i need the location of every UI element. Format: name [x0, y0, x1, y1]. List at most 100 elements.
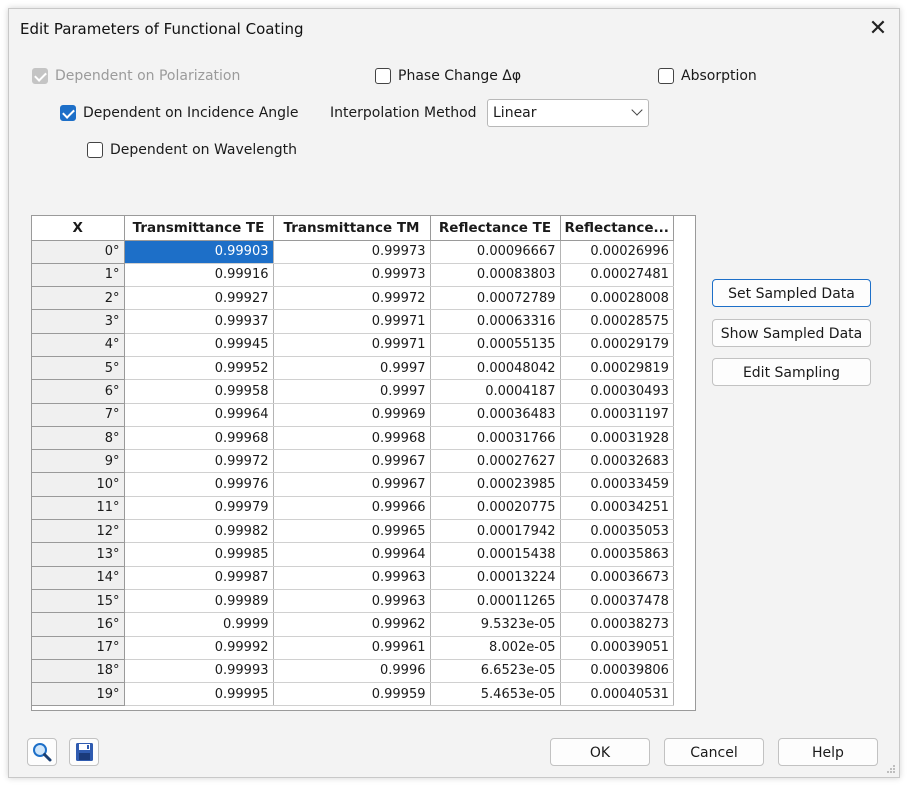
table-cell[interactable]: 0.99987 — [124, 566, 274, 590]
row-header-cell[interactable]: 0° — [32, 240, 125, 264]
table-cell[interactable]: 0.99985 — [124, 542, 274, 567]
table-cell[interactable]: 0.00032683 — [560, 449, 674, 474]
column-header-transmittance-tm[interactable]: Transmittance TM — [273, 216, 431, 241]
table-cell[interactable]: 9.5323e-05 — [430, 612, 561, 637]
checkbox-dependent-on-incidence-angle[interactable]: Dependent on Incidence Angle — [60, 105, 299, 121]
table-cell[interactable]: 0.99966 — [273, 496, 431, 521]
table-cell[interactable]: 8.002e-05 — [430, 636, 561, 660]
checkbox-box[interactable] — [658, 68, 674, 84]
row-header-cell[interactable]: 17° — [32, 636, 125, 660]
close-button[interactable]: ✕ — [865, 17, 891, 43]
table-cell[interactable]: 0.00031766 — [430, 426, 561, 451]
table-cell[interactable]: 0.99963 — [273, 589, 431, 614]
table-cell[interactable]: 0.00037478 — [560, 589, 674, 614]
column-header-reflectance-tm[interactable]: Reflectance... — [560, 216, 674, 241]
checkbox-box[interactable] — [60, 105, 76, 121]
help-button[interactable]: Help — [778, 738, 878, 766]
table-cell[interactable]: 0.99964 — [273, 542, 431, 567]
table-cell[interactable]: 0.99989 — [124, 589, 274, 614]
table-cell[interactable]: 0.00027627 — [430, 449, 561, 474]
column-header-transmittance-te[interactable]: Transmittance TE — [124, 216, 274, 241]
table-cell[interactable]: 0.00038273 — [560, 612, 674, 637]
table-cell[interactable]: 0.9997 — [273, 379, 431, 404]
ok-button[interactable]: OK — [550, 738, 650, 766]
table-row[interactable]: 15° 0.99989 0.99963 0.00011265 0.00037478 — [32, 589, 674, 614]
table-cell[interactable]: 0.00029819 — [560, 356, 674, 381]
table-cell[interactable]: 0.99992 — [124, 636, 274, 660]
row-header-cell[interactable]: 8° — [32, 426, 125, 451]
table-cell[interactable]: 0.00015438 — [430, 542, 561, 567]
table-row[interactable]: 12° 0.99982 0.99965 0.00017942 0.00035053 — [32, 519, 674, 544]
table-cell[interactable]: 0.99959 — [273, 682, 431, 707]
table-cell[interactable]: 0.99967 — [273, 449, 431, 474]
table-cell[interactable]: 0.00072789 — [430, 286, 561, 311]
table-cell[interactable]: 0.00031928 — [560, 426, 674, 451]
table-cell[interactable]: 0.99968 — [124, 426, 274, 451]
row-header-cell[interactable]: 19° — [32, 682, 125, 707]
table-cell[interactable]: 6.6523e-05 — [430, 659, 561, 684]
cancel-button[interactable]: Cancel — [664, 738, 764, 766]
checkbox-absorption[interactable]: Absorption — [658, 68, 757, 84]
table-cell[interactable]: 0.99937 — [124, 309, 274, 334]
table-cell[interactable]: 0.99945 — [124, 333, 274, 357]
row-header-cell[interactable]: 13° — [32, 542, 125, 567]
row-header-cell[interactable]: 4° — [32, 333, 125, 357]
row-header-cell[interactable]: 12° — [32, 519, 125, 544]
table-cell[interactable]: 0.00035863 — [560, 542, 674, 567]
table-row[interactable]: 13° 0.99985 0.99964 0.00015438 0.00035863 — [32, 542, 674, 567]
resize-grip-icon[interactable] — [886, 764, 896, 774]
table-cell[interactable]: 0.99976 — [124, 472, 274, 497]
table-row[interactable]: 2° 0.99927 0.99972 0.00072789 0.00028008 — [32, 286, 674, 311]
table-row[interactable]: 6° 0.99958 0.9997 0.0004187 0.00030493 — [32, 379, 674, 404]
table-cell[interactable]: 0.9997 — [273, 356, 431, 381]
edit-sampling-button[interactable]: Edit Sampling — [712, 358, 871, 386]
table-cell[interactable]: 0.99982 — [124, 519, 274, 544]
table-cell[interactable]: 0.99973 — [273, 240, 431, 264]
checkbox-box[interactable] — [87, 142, 103, 158]
table-cell[interactable]: 0.99971 — [273, 309, 431, 334]
row-header-cell[interactable]: 2° — [32, 286, 125, 311]
checkbox-phase-change[interactable]: Phase Change Δφ — [375, 68, 521, 84]
table-cell[interactable]: 0.99958 — [124, 379, 274, 404]
table-row[interactable]: 0° 0.99903 0.99973 0.00096667 0.00026996 — [32, 240, 674, 264]
table-cell[interactable]: 0.99962 — [273, 612, 431, 637]
table-cell[interactable]: 0.99968 — [273, 426, 431, 451]
table-cell[interactable]: 0.99903 — [124, 240, 274, 264]
table-row[interactable]: 17° 0.99992 0.99961 8.002e-05 0.00039051 — [32, 636, 674, 660]
table-cell[interactable]: 0.0004187 — [430, 379, 561, 404]
show-sampled-data-button[interactable]: Show Sampled Data — [712, 319, 871, 347]
table-cell[interactable]: 0.00083803 — [430, 263, 561, 288]
table-cell[interactable]: 0.9999 — [124, 612, 274, 637]
table-cell[interactable]: 0.00063316 — [430, 309, 561, 334]
table-cell[interactable]: 0.00039051 — [560, 636, 674, 660]
table-cell[interactable]: 0.99963 — [273, 566, 431, 590]
row-header-cell[interactable]: 11° — [32, 496, 125, 521]
table-cell[interactable]: 0.00036673 — [560, 566, 674, 590]
table-cell[interactable]: 0.99927 — [124, 286, 274, 311]
table-cell[interactable]: 0.00035053 — [560, 519, 674, 544]
row-header-cell[interactable]: 5° — [32, 356, 125, 381]
search-button[interactable] — [27, 738, 57, 766]
save-button[interactable] — [69, 738, 99, 766]
table-cell[interactable]: 0.00030493 — [560, 379, 674, 404]
table-cell[interactable]: 0.00031197 — [560, 403, 674, 427]
column-header-x[interactable]: X — [32, 216, 125, 241]
table-row[interactable]: 19° 0.99995 0.99959 5.4653e-05 0.00040531 — [32, 682, 674, 707]
row-header-cell[interactable]: 10° — [32, 472, 125, 497]
table-cell[interactable]: 0.99964 — [124, 403, 274, 427]
table-cell[interactable]: 0.99965 — [273, 519, 431, 544]
table-cell[interactable]: 0.00017942 — [430, 519, 561, 544]
row-header-cell[interactable]: 16° — [32, 612, 125, 637]
table-cell[interactable]: 0.99995 — [124, 682, 274, 707]
table-cell[interactable]: 0.00033459 — [560, 472, 674, 497]
table-cell[interactable]: 5.4653e-05 — [430, 682, 561, 707]
table-cell[interactable]: 0.00023985 — [430, 472, 561, 497]
table-cell[interactable]: 0.00096667 — [430, 240, 561, 264]
table-row[interactable]: 5° 0.99952 0.9997 0.00048042 0.00029819 — [32, 356, 674, 381]
row-header-cell[interactable]: 3° — [32, 309, 125, 334]
row-header-cell[interactable]: 1° — [32, 263, 125, 288]
checkbox-box[interactable] — [375, 68, 391, 84]
table-cell[interactable]: 0.99973 — [273, 263, 431, 288]
table-row[interactable]: 7° 0.99964 0.99969 0.00036483 0.00031197 — [32, 403, 674, 427]
table-cell[interactable]: 0.00011265 — [430, 589, 561, 614]
